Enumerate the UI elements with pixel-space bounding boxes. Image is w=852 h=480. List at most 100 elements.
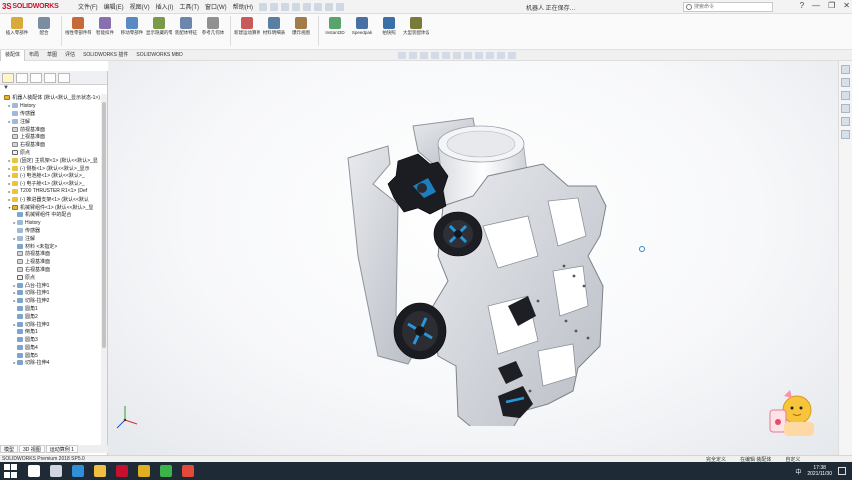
command-tab[interactable]: SOLIDWORKS MBD <box>132 50 186 61</box>
tree-node[interactable]: 上视基准面 <box>0 258 100 266</box>
robot-assembly-model[interactable] <box>338 106 628 426</box>
undo-icon[interactable] <box>303 2 312 11</box>
ribbon-button[interactable]: Instant3D <box>322 14 348 48</box>
ribbon-button[interactable]: 参考几何体 <box>200 14 226 48</box>
ribbon-button[interactable]: 新建运动算例 <box>234 14 260 48</box>
solidworks-logo[interactable]: 3S SOLIDWORKS <box>2 1 64 13</box>
menu-item[interactable]: 窗口(W) <box>205 2 227 11</box>
print-icon[interactable] <box>292 2 301 11</box>
bottom-tab[interactable]: 3D 视图 <box>19 445 45 453</box>
command-tab[interactable]: 布局 <box>25 50 43 61</box>
edit-appearance-icon[interactable] <box>486 52 494 59</box>
ribbon-button[interactable]: 装配体特征 <box>173 14 199 48</box>
save-icon[interactable] <box>281 2 290 11</box>
tree-node[interactable]: ▸ (-) 侧板<1> (默认<<默认>_显示 <box>0 164 100 172</box>
tree-node[interactable]: 传感器 <box>0 110 100 118</box>
select-icon[interactable] <box>314 2 323 11</box>
screen-recorder-icon[interactable] <box>182 465 194 477</box>
appearances-icon[interactable] <box>841 117 850 126</box>
dimxpert-manager-tab[interactable] <box>44 72 56 83</box>
ribbon-button[interactable]: 爆炸视图 <box>288 14 314 48</box>
chrome-icon[interactable] <box>138 465 150 477</box>
ribbon-button[interactable]: 智能扣件 <box>92 14 118 48</box>
display-manager-tab[interactable] <box>58 72 70 83</box>
bottom-tab[interactable]: 模型 <box>0 445 19 453</box>
scrollbar-thumb[interactable] <box>102 102 106 348</box>
file-explorer-icon[interactable] <box>94 465 106 477</box>
menu-item[interactable]: 帮助(H) <box>233 2 253 11</box>
tree-node[interactable]: ▸ 切除-拉伸1 <box>0 289 100 297</box>
input-language[interactable]: 中 <box>795 467 801 476</box>
tree-node[interactable]: 圆角4 <box>0 344 100 352</box>
zoom-area-icon[interactable] <box>409 52 417 59</box>
view-settings-icon[interactable] <box>508 52 516 59</box>
tree-node[interactable]: 材料 <未指定> <box>0 242 100 250</box>
tree-node[interactable]: 右视基准面 <box>0 266 100 274</box>
menu-item[interactable]: 视图(V) <box>130 2 150 11</box>
tree-node[interactable]: ▾ 机械臂组件<1> (默认<<默认>_显 <box>0 203 100 211</box>
menu-item[interactable]: 工具(T) <box>179 2 199 11</box>
tree-node[interactable]: 圆角1 <box>0 305 100 313</box>
tree-node[interactable]: ▸ 凸台-拉伸1 <box>0 281 100 289</box>
minimize-button[interactable]: — <box>812 1 820 10</box>
thruster-lower[interactable] <box>393 302 447 360</box>
apply-scene-icon[interactable] <box>497 52 505 59</box>
command-tab[interactable]: 装配体 <box>0 49 26 61</box>
clock[interactable]: 17:38 2021/11/30 <box>807 465 832 477</box>
design-library-icon[interactable] <box>841 78 850 87</box>
desktop-mascot[interactable] <box>764 386 820 442</box>
tree-node[interactable]: ▸ (-) 电池舱<1> (默认<<默认>_ <box>0 172 100 180</box>
edge-icon[interactable] <box>72 465 84 477</box>
ribbon-button[interactable]: Speedpak <box>349 14 375 48</box>
tree-node[interactable]: 前视基准面 <box>0 250 100 258</box>
display-style-icon[interactable] <box>464 52 472 59</box>
ribbon-button[interactable]: 大型装配体设置 <box>403 14 429 48</box>
file-explorer-icon[interactable] <box>841 91 850 100</box>
command-tab[interactable]: 评估 <box>61 50 79 61</box>
graphics-area[interactable] <box>108 61 838 455</box>
start-button[interactable] <box>4 464 18 478</box>
tree-node[interactable]: 前视基准面 <box>0 125 100 133</box>
zoom-to-fit-icon[interactable] <box>398 52 406 59</box>
new-document-icon[interactable] <box>259 2 268 11</box>
ribbon-button[interactable]: 移动零部件 <box>119 14 145 48</box>
ribbon-button[interactable]: 显示隐藏的零部件 <box>146 14 172 48</box>
rebuild-icon[interactable] <box>325 2 334 11</box>
hide-show-items-icon[interactable] <box>475 52 483 59</box>
tree-node[interactable]: 上视基准面 <box>0 133 100 141</box>
tree-node[interactable]: 圆角3 <box>0 336 100 344</box>
previous-view-icon[interactable] <box>420 52 428 59</box>
tree-node[interactable]: 圆角5 <box>0 351 100 359</box>
tree-node[interactable]: ▸ 注解 <box>0 234 100 242</box>
tree-node[interactable]: ▸ 切除-拉伸2 <box>0 297 100 305</box>
tree-node[interactable]: ▸ History <box>0 102 100 110</box>
command-tab[interactable]: 草图 <box>43 50 61 61</box>
solidworks-resources-icon[interactable] <box>841 65 850 74</box>
tree-node[interactable]: ▸ (-) 电子舱<1> (默认<<默认>_ <box>0 180 100 188</box>
tree-node[interactable]: 原点 <box>0 273 100 281</box>
ribbon-button[interactable]: 线性零部件阵列 <box>65 14 91 48</box>
tree-node[interactable]: 传感器 <box>0 227 100 235</box>
dynamic-annotation-icon[interactable] <box>442 52 450 59</box>
configuration-manager-tab[interactable] <box>30 72 42 83</box>
tree-node[interactable]: 原点 <box>0 149 100 157</box>
options-icon[interactable] <box>336 2 345 11</box>
bottom-tab[interactable]: 运动算例 1 <box>45 445 78 453</box>
task-view-icon[interactable] <box>50 465 62 477</box>
search-icon[interactable] <box>28 465 40 477</box>
custom-properties-icon[interactable] <box>841 130 850 139</box>
tree-node[interactable]: 机械臂组件 中的配合 <box>0 211 100 219</box>
tree-node[interactable]: ▸ 切除-拉伸4 <box>0 359 100 367</box>
ribbon-button[interactable]: 拍快照 <box>376 14 402 48</box>
ribbon-button[interactable]: 材料明细表 <box>261 14 287 48</box>
open-document-icon[interactable] <box>270 2 279 11</box>
menu-item[interactable]: 文件(F) <box>78 2 98 11</box>
tree-node[interactable]: ▸ (固定) 主机架<1> (默认<<默认>_显 <box>0 156 100 164</box>
tree-node[interactable]: 圆角2 <box>0 312 100 320</box>
ribbon-button[interactable]: 配合 <box>31 14 57 48</box>
view-orientation-icon[interactable] <box>453 52 461 59</box>
feature-manager-tab[interactable] <box>2 72 14 83</box>
funnel-icon[interactable]: ▼ <box>3 85 9 91</box>
section-view-icon[interactable] <box>431 52 439 59</box>
tree-node[interactable]: ▸ T200 THRUSTER R1<1> (Def <box>0 188 100 196</box>
